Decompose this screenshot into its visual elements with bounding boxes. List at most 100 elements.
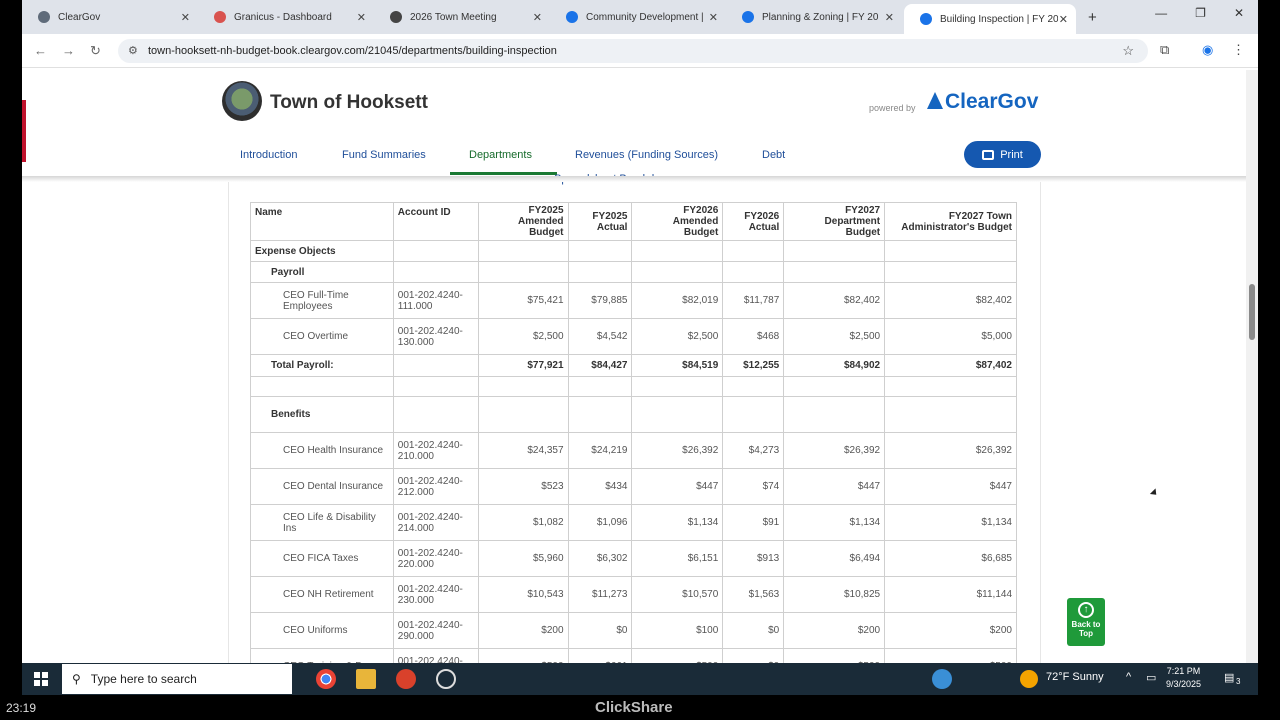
app-icon[interactable] [396,669,416,689]
tray-chevron-icon[interactable]: ^ [1126,671,1131,683]
menu-departments[interactable]: Departments [469,149,532,161]
tab-town-meeting[interactable]: 2026 Town Meeting ✕ [374,4,550,30]
tab-building-inspection[interactable]: Building Inspection | FY 20 ✕ [904,4,1076,34]
cell-value: $5,000 [884,318,1017,355]
menu-debt[interactable]: Debt [762,149,785,161]
col-header-fy2025-amended[interactable]: FY2025 Amended Budget [477,202,569,241]
col-header-fy2025-actual[interactable]: FY2025 Actual [567,202,633,241]
table-row: CEO Overtime 001-202.4240-130.000 $2,500… [250,318,1017,355]
taskbar-clock[interactable]: 7:21 PM 9/3/2025 [1166,665,1201,691]
network-icon[interactable]: ▭ [1146,671,1156,684]
cell-value: $200 [477,612,569,649]
cell-value: $447 [783,468,886,505]
cell-value: $500 [477,648,569,663]
cell-value: $661 [567,648,633,663]
close-window-icon[interactable]: ✕ [1234,6,1244,20]
tab-community-development[interactable]: Community Development | ✕ [550,4,726,30]
section-label: Expense Objects [250,240,394,262]
windows-start-icon[interactable] [34,672,48,686]
cell-value: $6,685 [884,540,1017,577]
browser-toolbar: ← → ↻ ⚙ town-hooksett-nh-budget-book.cle… [22,34,1258,68]
section-row-payroll: Payroll [250,261,1017,283]
table-row: CEO Training & Dues001-202.4240-294.000$… [250,648,1017,663]
close-tab-icon[interactable]: ✕ [1059,13,1068,26]
profile-icon[interactable]: ◉ [1202,42,1213,58]
forward-icon[interactable]: → [62,43,75,58]
cell-value: $6,151 [631,540,724,577]
row-account: 001-202.4240-130.000 [392,318,479,355]
notification-count: 3 [1236,677,1241,686]
close-tab-icon[interactable]: ✕ [357,11,366,24]
maximize-icon[interactable]: ❐ [1195,6,1206,20]
close-tab-icon[interactable]: ✕ [533,11,542,24]
row-name: CEO Full-Time Employees [250,282,394,319]
cleargov-mark-icon [927,92,943,109]
section-row-expense-objects: Expense Objects [250,240,1017,262]
cell-value: $0 [722,648,785,663]
row-account: 001-202.4240-230.000 [392,576,479,613]
help-icon[interactable] [932,669,952,689]
back-to-top-button[interactable]: ↑ Back to Top [1067,598,1105,646]
cast-icon[interactable]: ⧉ [1160,42,1169,58]
tab-granicus[interactable]: Granicus - Dashboard ✕ [198,4,374,30]
close-tab-icon[interactable]: ✕ [181,11,190,24]
reload-icon[interactable]: ↻ [90,43,101,59]
cell-value: $11,273 [567,576,633,613]
file-explorer-icon[interactable] [356,669,376,689]
cleargov-icon [920,13,932,25]
new-tab-button[interactable]: + [1082,4,1112,30]
col-header-fy2027-department[interactable]: FY2027 Department Budget [783,202,886,241]
cell-value: $434 [567,468,633,505]
tab-planning-zoning[interactable]: Planning & Zoning | FY 20 ✕ [726,4,902,30]
taskbar-search-box[interactable]: ⚲ Type here to search [62,664,292,694]
weather-text[interactable]: 72°F Sunny [1046,671,1104,683]
benefit-rows: CEO Health Insurance 001-202.4240-210.000… [250,432,1017,663]
table-row: CEO Full-Time Employees 001-202.4240-111… [250,282,1017,319]
cell-value: $0 [722,612,785,649]
cortana-icon[interactable] [436,669,456,689]
col-header-name[interactable]: Name [250,202,394,241]
menu-introduction[interactable]: Introduction [240,149,297,161]
budget-table: Name Account ID FY2025 Amended Budget FY… [250,202,1017,663]
notifications-icon[interactable]: ▤ [1224,671,1234,684]
menu-fund-summaries[interactable]: Fund Summaries [342,149,426,161]
row-account: 001-202.4240-294.000 [392,648,479,663]
site-settings-icon[interactable]: ⚙ [128,44,138,57]
address-bar[interactable]: ⚙ town-hooksett-nh-budget-book.cleargov.… [118,39,1148,63]
cell-value: $500 [631,648,724,663]
cell-value: $91 [722,504,785,541]
minimize-icon[interactable]: — [1155,6,1167,20]
cell-value: $2,500 [477,318,569,355]
main-menu: Introduction Fund Summaries Departments … [22,138,1246,176]
col-header-fy2026-amended[interactable]: FY2026 Amended Budget [631,202,724,241]
close-tab-icon[interactable]: ✕ [885,11,894,24]
town-seal-logo[interactable] [222,81,262,121]
chrome-icon[interactable] [316,669,336,689]
cell-value: $26,392 [884,432,1017,469]
cell-value: $1,134 [884,504,1017,541]
cell-value: $75,421 [477,282,569,319]
close-tab-icon[interactable]: ✕ [709,11,718,24]
cell-value: $1,563 [722,576,785,613]
nav-shadow [22,176,1246,182]
bookmark-star-icon[interactable]: ☆ [1122,43,1134,59]
arrow-up-icon: ↑ [1078,602,1094,618]
back-icon[interactable]: ← [34,43,47,58]
total-value: $84,519 [631,354,724,377]
scrollbar-track[interactable] [1246,70,1258,663]
windows-taskbar: ⚲ Type here to search 72°F Sunny ^ ▭ 7:2… [22,663,1258,695]
search-icon: ⚲ [72,672,81,686]
cleargov-logo[interactable]: ClearGov [927,90,1038,114]
active-menu-underline [450,172,557,175]
menu-revenues[interactable]: Revenues (Funding Sources) [575,149,718,161]
menu-kebab-icon[interactable]: ⋮ [1232,42,1245,58]
scrollbar-thumb[interactable] [1249,284,1255,340]
tab-cleargov[interactable]: ClearGov ✕ [22,4,198,30]
col-header-fy2027-administrator[interactable]: FY2027 Town Administrator's Budget [884,202,1017,241]
total-label: Total Payroll: [250,354,394,377]
col-header-account[interactable]: Account ID [392,202,479,241]
col-header-fy2026-actual[interactable]: FY2026 Actual [722,202,785,241]
row-account: 001-202.4240-210.000 [392,432,479,469]
town-name[interactable]: Town of Hooksett [270,92,428,114]
print-button[interactable]: Print [964,141,1041,168]
